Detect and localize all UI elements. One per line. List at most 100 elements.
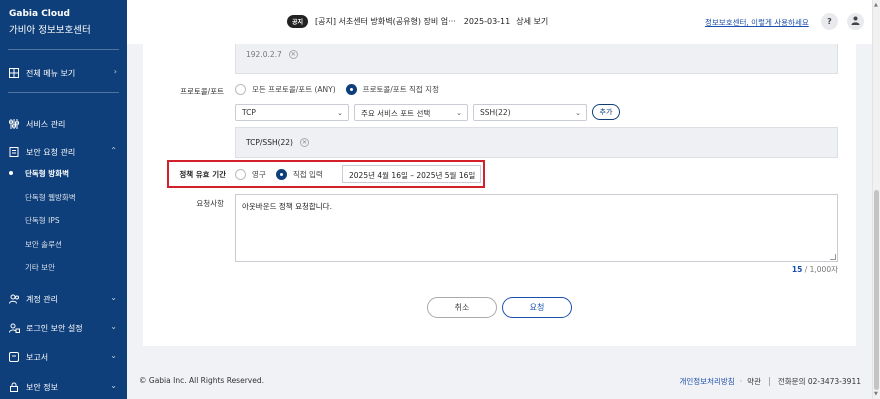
- sidebar-divider: [8, 92, 119, 93]
- radio-direct[interactable]: [345, 84, 357, 95]
- remove-chip-icon[interactable]: ✕: [300, 138, 309, 147]
- chevron-down-icon: ⌄: [110, 322, 117, 331]
- protocol-radio-group: 모든 프로토콜/포트 (ANY) 프로토콜/포트 직접 지정: [235, 84, 449, 95]
- sub-item-standalone-waf[interactable]: 단독형 웹방화벽: [25, 192, 76, 203]
- user-menu-button[interactable]: [847, 13, 864, 30]
- period-radio-group: 영구 직접 입력: [235, 169, 333, 180]
- radio-any-label: 모든 프로토콜/포트 (ANY): [252, 85, 336, 94]
- request-textarea[interactable]: 아웃바운드 정책 요청합니다.: [235, 194, 838, 262]
- sliders-icon: [8, 118, 20, 130]
- top-bar: 공지 [공지] 서초센터 방화벽(공유형) 장비 업··· 2025-03-11…: [127, 0, 880, 44]
- protocol-chip-label: TCP/SSH(22): [246, 138, 293, 147]
- chevron-up-icon: ⌃: [110, 146, 117, 155]
- chevron-down-icon: ⌄: [110, 381, 117, 390]
- sidebar-item-label: 보고서: [26, 352, 49, 362]
- footer-links: 개인정보처리방침 · 약관 전화문의 02-3473-3911: [679, 376, 861, 387]
- submit-button[interactable]: 요청: [502, 297, 572, 318]
- sidebar-item-all-menu[interactable]: 전체 메뉴 보기 ›: [8, 66, 119, 80]
- service-port-select[interactable]: 주요 서비스 포트 선택 ⌄: [354, 104, 468, 121]
- radio-manual[interactable]: [275, 169, 287, 180]
- copyright: © Gabia Inc. All Rights Reserved.: [139, 376, 264, 385]
- help-button[interactable]: ?: [821, 13, 838, 30]
- sub-item-standalone-ips[interactable]: 단독형 IPS: [25, 215, 60, 226]
- sidebar-item-label: 보안 요청 관리: [26, 147, 76, 157]
- notice-badge: 공지: [287, 15, 309, 28]
- privacy-link[interactable]: 개인정보처리방침: [679, 376, 734, 387]
- radio-permanent-label: 영구: [252, 170, 266, 179]
- cancel-button[interactable]: 취소: [427, 297, 497, 318]
- lock-icon: [8, 381, 20, 393]
- sub-item-standalone-firewall[interactable]: 단독형 방화벽: [25, 168, 69, 179]
- sidebar-item-account[interactable]: 계정 관리 ⌄: [8, 292, 119, 306]
- port-select[interactable]: SSH(22) ⌄: [473, 104, 587, 121]
- notice-date: 2025-03-11: [463, 17, 511, 26]
- notice-bar[interactable]: 공지 [공지] 서초센터 방화벽(공유형) 장비 업··· 2025-03-11…: [287, 15, 548, 28]
- help-guide-link[interactable]: 정보보호센터, 이렇게 사용하세요: [705, 17, 809, 28]
- ip-chip-label: 192.0.2.7: [246, 50, 282, 59]
- sidebar-item-security-info[interactable]: 보안 정보 ⌄: [8, 380, 119, 394]
- user-lock-icon: [8, 322, 20, 334]
- radio-any[interactable]: [235, 84, 246, 95]
- users-icon: [8, 293, 20, 305]
- question-icon: ?: [827, 17, 832, 26]
- footer-separator: ·: [739, 377, 743, 386]
- protocol-select[interactable]: TCP ⌄: [235, 104, 349, 121]
- sidebar-item-label: 보안 정보: [26, 382, 58, 392]
- scroll-down-icon[interactable]: ▼: [874, 391, 878, 397]
- protocol-select-value: TCP: [242, 108, 256, 117]
- sidebar-item-login-security[interactable]: 로그인 보안 설정 ⌄: [8, 321, 119, 335]
- user-icon: [851, 16, 860, 27]
- page-scrollbar[interactable]: ▲ ▼: [872, 0, 880, 399]
- service-port-select-value: 주요 서비스 포트 선택: [361, 109, 431, 118]
- sidebar-item-label: 서비스 관리: [26, 119, 66, 129]
- report-icon: [8, 351, 20, 363]
- sidebar: Gabia Cloud 가비아 정보보호센터 전체 메뉴 보기 › 서비스 관리…: [0, 0, 127, 399]
- sub-item-security-solution[interactable]: 보안 솔루션: [25, 239, 62, 250]
- brand[interactable]: Gabia Cloud 가비아 정보보호센터: [0, 0, 127, 36]
- scroll-thumb[interactable]: [874, 190, 879, 390]
- sidebar-item-label: 로그인 보안 설정: [26, 323, 83, 333]
- brand-ko: 가비아 정보보호센터: [9, 25, 91, 36]
- sidebar-item-label: 전체 메뉴 보기: [26, 68, 76, 78]
- protocol-chip: TCP/SSH(22) ✕: [246, 138, 309, 147]
- terms-link[interactable]: 약관: [747, 376, 761, 387]
- scroll-up-icon[interactable]: ▲: [874, 2, 878, 8]
- footer: © Gabia Inc. All Rights Reserved. 개인정보처리…: [127, 365, 880, 399]
- char-counter: 15 / 1,000자: [792, 264, 838, 275]
- sub-item-other-security[interactable]: 기타 보안: [25, 262, 55, 273]
- chevron-down-icon: ⌄: [110, 351, 117, 360]
- phone-text: 전화문의 02-3473-3911: [777, 377, 861, 386]
- sidebar-divider: [8, 49, 119, 50]
- chevron-down-icon: ⌄: [575, 109, 581, 117]
- chevron-down-icon: ⌄: [456, 109, 462, 117]
- document-icon: [8, 146, 20, 158]
- radio-manual-label: 직접 입력: [292, 170, 323, 179]
- char-max: / 1,000자: [802, 265, 838, 274]
- date-range-field[interactable]: 2025년 4월 16일 – 2025년 5월 16일: [342, 165, 481, 183]
- notice-text[interactable]: [공지] 서초센터 방화벽(공유형) 장비 업···: [315, 16, 456, 27]
- sidebar-item-security-request[interactable]: 보안 요청 관리 ⌃: [8, 145, 119, 159]
- sidebar-item-service[interactable]: 서비스 관리: [8, 117, 119, 131]
- request-text: 아웃바운드 정책 요청합니다.: [242, 202, 332, 211]
- ip-chip-box: 192.0.2.7 ✕: [235, 44, 838, 74]
- resize-handle-icon[interactable]: [830, 254, 836, 260]
- chevron-down-icon: ⌄: [110, 293, 117, 302]
- active-dot: [9, 171, 13, 175]
- protocol-label: 프로토콜/포트: [180, 87, 224, 96]
- ip-chip: 192.0.2.7 ✕: [246, 50, 298, 59]
- brand-en: Gabia Cloud: [9, 9, 70, 19]
- grid-icon: [8, 67, 20, 79]
- remove-chip-icon[interactable]: ✕: [288, 50, 298, 59]
- notice-detail-link[interactable]: 상세 보기: [516, 16, 548, 27]
- chevron-down-icon: ⌄: [337, 109, 343, 117]
- sidebar-item-label: 계정 관리: [26, 294, 58, 304]
- port-select-value: SSH(22): [480, 108, 511, 117]
- request-label: 요청사항: [196, 199, 224, 208]
- period-label: 정책 유효 기간: [179, 170, 226, 179]
- char-count: 15: [791, 265, 803, 274]
- protocol-chip-box: TCP/SSH(22) ✕: [235, 127, 838, 158]
- radio-permanent[interactable]: [235, 169, 246, 180]
- sidebar-item-report[interactable]: 보고서 ⌄: [8, 350, 119, 364]
- add-button[interactable]: 추가: [592, 104, 620, 120]
- footer-divider: [768, 377, 770, 386]
